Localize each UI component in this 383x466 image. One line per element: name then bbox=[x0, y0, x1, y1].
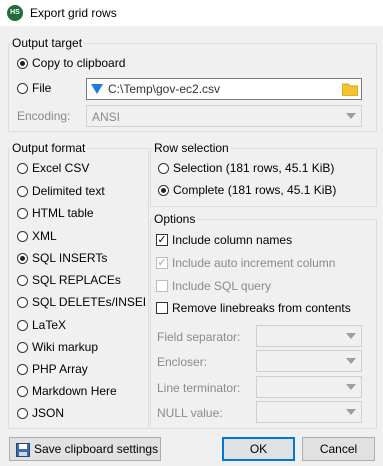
include-column-names-label: Include column names bbox=[172, 233, 293, 247]
radio-indicator bbox=[158, 184, 169, 196]
format-label: Delimited text bbox=[32, 184, 105, 198]
file-label: File bbox=[32, 81, 52, 95]
format-label: LaTeX bbox=[32, 318, 67, 332]
format-delimited-text-radio[interactable]: Delimited text bbox=[17, 184, 105, 198]
file-type-icon bbox=[91, 84, 103, 94]
radio-indicator bbox=[17, 230, 28, 242]
field-separator-label: Field separator: bbox=[157, 330, 241, 344]
format-label: Markdown Here bbox=[32, 384, 117, 398]
checkmark-icon: ✓ bbox=[156, 234, 168, 246]
chevron-down-icon bbox=[341, 351, 361, 371]
floppy-disk-icon bbox=[16, 443, 30, 457]
null-value-select[interactable] bbox=[256, 401, 362, 423]
include-sql-query-label: Include SQL query bbox=[172, 279, 271, 293]
options-legend: Options bbox=[154, 212, 196, 226]
format-label: SQL INSERTs bbox=[32, 251, 108, 265]
remove-linebreaks-label: Remove linebreaks from contents bbox=[172, 301, 351, 315]
chevron-down-icon bbox=[341, 326, 361, 346]
format-sql-deletes-inserts-radio[interactable]: SQL DELETEs/INSERT bbox=[17, 295, 145, 309]
encloser-label: Encloser: bbox=[157, 355, 208, 369]
format-label: PHP Array bbox=[32, 362, 88, 376]
chevron-down-icon bbox=[341, 377, 361, 397]
copy-to-clipboard-label: Copy to clipboard bbox=[32, 56, 126, 70]
checkbox-box bbox=[156, 280, 168, 292]
format-markdown-here-radio[interactable]: Markdown Here bbox=[17, 384, 117, 398]
radio-indicator bbox=[17, 185, 28, 197]
null-value-label: NULL value: bbox=[157, 406, 223, 420]
include-column-names-checkbox[interactable]: ✓ Include column names bbox=[156, 233, 292, 247]
include-auto-increment-checkbox[interactable]: ✓ Include auto increment column bbox=[156, 256, 335, 270]
format-label: Excel CSV bbox=[32, 161, 90, 175]
app-logo-icon: HS bbox=[7, 5, 23, 21]
save-clipboard-settings-button[interactable]: Save clipboard settings bbox=[9, 437, 161, 461]
complete-rows-radio[interactable]: Complete (181 rows, 45.1 KiB) bbox=[158, 183, 336, 197]
format-label: JSON bbox=[32, 406, 65, 420]
include-sql-query-checkbox[interactable]: Include SQL query bbox=[156, 279, 271, 293]
file-radio[interactable]: File bbox=[17, 81, 51, 95]
encoding-value: ANSI bbox=[92, 110, 121, 124]
encoding-label: Encoding: bbox=[17, 109, 71, 123]
format-sql-inserts-radio[interactable]: SQL INSERTs bbox=[17, 251, 107, 265]
encloser-select[interactable] bbox=[256, 350, 362, 372]
line-terminator-label: Line terminator: bbox=[157, 381, 241, 395]
chevron-down-icon bbox=[341, 106, 361, 126]
folder-icon[interactable] bbox=[342, 82, 358, 96]
encoding-select[interactable]: ANSI bbox=[86, 105, 362, 127]
radio-indicator bbox=[17, 385, 28, 397]
format-php-array-radio[interactable]: PHP Array bbox=[17, 362, 88, 376]
remove-linebreaks-checkbox[interactable]: Remove linebreaks from contents bbox=[156, 301, 351, 315]
format-label: SQL REPLACEs bbox=[32, 273, 121, 287]
row-selection-legend: Row selection bbox=[154, 141, 229, 155]
line-terminator-select[interactable] bbox=[256, 376, 362, 398]
radio-indicator bbox=[17, 82, 28, 94]
radio-indicator bbox=[17, 57, 28, 69]
window-title: Export grid rows bbox=[30, 6, 117, 20]
copy-to-clipboard-radio[interactable]: Copy to clipboard bbox=[17, 56, 125, 70]
format-xml-radio[interactable]: XML bbox=[17, 229, 57, 243]
radio-indicator bbox=[17, 319, 28, 331]
radio-indicator bbox=[17, 252, 28, 264]
selection-rows-radio[interactable]: Selection (181 rows, 45.1 KiB) bbox=[158, 161, 334, 175]
format-label: XML bbox=[32, 229, 57, 243]
complete-rows-label: Complete (181 rows, 45.1 KiB) bbox=[173, 183, 337, 197]
format-sql-replaces-radio[interactable]: SQL REPLACEs bbox=[17, 273, 121, 287]
format-html-table-radio[interactable]: HTML table bbox=[17, 206, 94, 220]
format-latex-radio[interactable]: LaTeX bbox=[17, 318, 66, 332]
radio-indicator bbox=[17, 207, 28, 219]
chevron-down-icon bbox=[341, 402, 361, 422]
title-bar: HS Export grid rows bbox=[0, 0, 383, 26]
radio-indicator bbox=[17, 162, 28, 174]
radio-indicator bbox=[158, 162, 169, 174]
radio-indicator bbox=[17, 341, 28, 353]
radio-indicator bbox=[17, 363, 28, 375]
format-excel-csv-radio[interactable]: Excel CSV bbox=[17, 161, 89, 175]
selection-rows-label: Selection (181 rows, 45.1 KiB) bbox=[173, 161, 335, 175]
field-separator-select[interactable] bbox=[256, 325, 362, 347]
radio-indicator bbox=[17, 274, 28, 286]
save-clipboard-settings-label: Save clipboard settings bbox=[34, 442, 159, 456]
radio-indicator bbox=[17, 296, 28, 308]
cancel-button[interactable]: Cancel bbox=[302, 437, 375, 461]
format-label: Wiki markup bbox=[32, 340, 99, 354]
radio-indicator bbox=[17, 407, 28, 419]
checkmark-icon: ✓ bbox=[156, 257, 168, 269]
include-auto-increment-label: Include auto increment column bbox=[172, 256, 336, 270]
format-label: SQL DELETEs/INSERT bbox=[32, 295, 145, 309]
file-path-value: C:\Temp\gov-ec2.csv bbox=[108, 82, 221, 96]
format-label: HTML table bbox=[32, 206, 94, 220]
checkbox-box bbox=[156, 302, 168, 314]
output-target-legend: Output target bbox=[12, 36, 83, 50]
file-path-input[interactable]: C:\Temp\gov-ec2.csv bbox=[86, 78, 362, 100]
output-format-legend: Output format bbox=[12, 141, 86, 155]
format-wiki-markup-radio[interactable]: Wiki markup bbox=[17, 340, 98, 354]
ok-button[interactable]: OK bbox=[222, 437, 295, 461]
format-json-radio[interactable]: JSON bbox=[17, 406, 64, 420]
